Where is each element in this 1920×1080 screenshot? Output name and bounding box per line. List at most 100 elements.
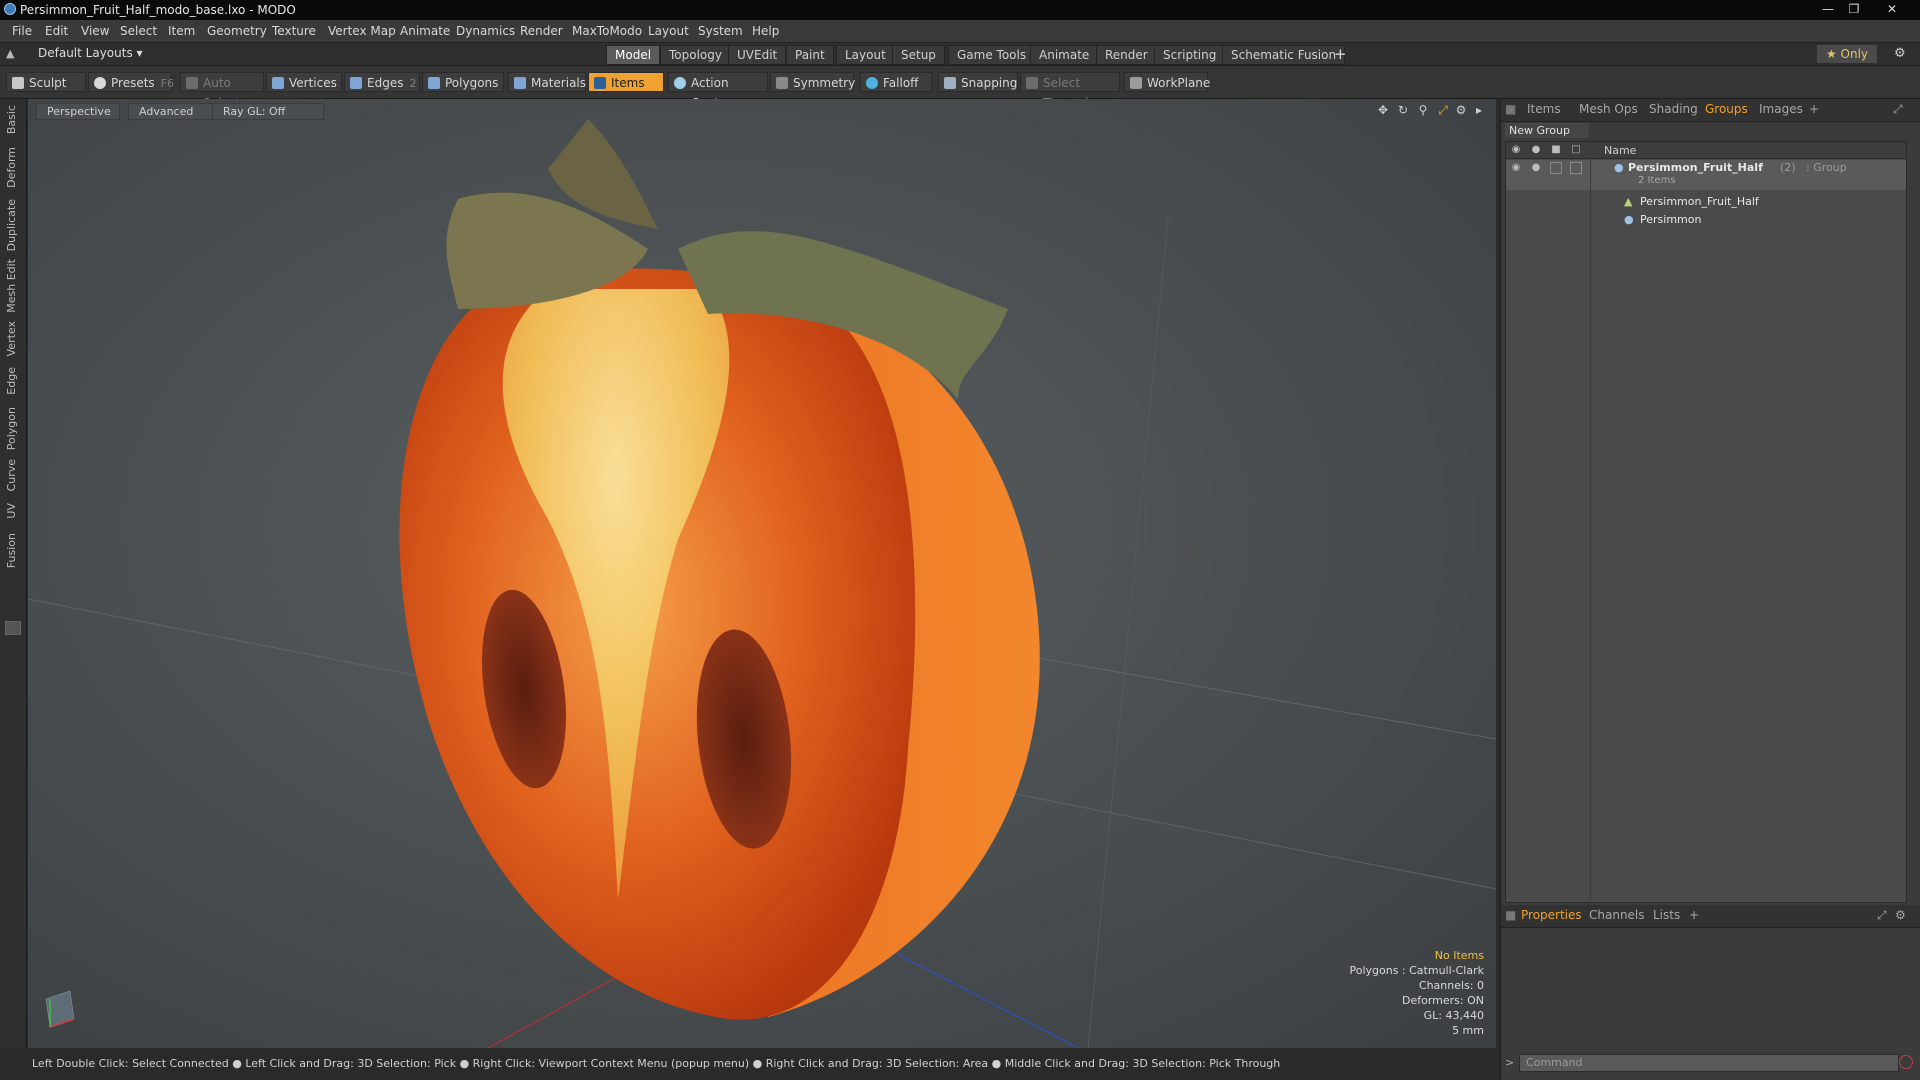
tab-paint[interactable]: Paint — [786, 45, 834, 65]
polygons-button[interactable]: Polygons — [422, 72, 504, 92]
lock-toggle[interactable] — [1550, 162, 1562, 174]
menu-file[interactable]: File — [12, 24, 32, 38]
tab-animate[interactable]: Animate — [1030, 45, 1099, 65]
3d-viewport[interactable]: Perspective Advanced Ray GL: Off ✥ ↻ ⚲ ⤢… — [28, 99, 1496, 1048]
menu-select[interactable]: Select — [120, 24, 157, 38]
snapping-button[interactable]: Snapping — [938, 72, 1018, 92]
tab-shading[interactable]: Shading — [1649, 102, 1698, 116]
shading-dropdown[interactable]: Advanced — [128, 103, 214, 120]
tab-layout[interactable]: Layout — [836, 45, 895, 65]
restore-icon[interactable]: ❐ — [1842, 1, 1866, 17]
tab-schematic-fusion[interactable]: Schematic Fusion — [1222, 45, 1346, 65]
tab-scripting[interactable]: Scripting — [1154, 45, 1226, 65]
group-row[interactable]: ◉ ● ● Persimmon_Fruit_Half (2) : Group 2… — [1506, 160, 1906, 190]
strip-tab-mesh-edit[interactable]: Mesh Edit — [5, 259, 18, 313]
tab-mesh-ops[interactable]: Mesh Ops — [1579, 102, 1638, 116]
visibility-icon[interactable]: ◉ — [1510, 162, 1522, 174]
workplane-button[interactable]: WorkPlane — [1124, 72, 1210, 92]
panel-menu-icon[interactable]: ■ — [1505, 102, 1516, 116]
list-item[interactable]: ▲ Persimmon_Fruit_Half — [1506, 194, 1906, 210]
zoom-icon[interactable]: ⚲ — [1416, 103, 1430, 117]
view-mode-dropdown[interactable]: Perspective — [36, 103, 120, 120]
auto-select-button[interactable]: Auto Select — [180, 72, 264, 110]
menu-vertex-map[interactable]: Vertex Map — [328, 24, 396, 38]
tab-game-tools[interactable]: Game Tools — [948, 45, 1036, 65]
add-panel-tab-button[interactable]: + — [1809, 102, 1819, 116]
select-icon[interactable]: □ — [1570, 144, 1582, 156]
menu-help[interactable]: Help — [752, 24, 779, 38]
tab-lists[interactable]: Lists — [1653, 908, 1680, 922]
command-input[interactable]: Command — [1519, 1054, 1899, 1072]
menu-maxtomodo[interactable]: MaxToModo — [572, 24, 642, 38]
menu-animate[interactable]: Animate — [400, 24, 450, 38]
menu-system[interactable]: System — [698, 24, 743, 38]
strip-tab-fusion[interactable]: Fusion — [5, 533, 18, 568]
add-panel-tab-button[interactable]: + — [1689, 908, 1699, 922]
render-icon[interactable]: ● — [1530, 162, 1542, 174]
rotate-icon[interactable]: ↻ — [1396, 103, 1410, 117]
panel-expand-icon[interactable]: ⤢ — [1877, 908, 1887, 923]
render-icon[interactable]: ● — [1530, 144, 1542, 156]
symmetry-button[interactable]: Symmetry — [770, 72, 855, 92]
menu-view[interactable]: View — [81, 24, 109, 38]
only-toggle-button[interactable]: ★ Only — [1817, 45, 1877, 63]
tab-groups[interactable]: Groups — [1705, 102, 1748, 116]
strip-tab-edge[interactable]: Edge — [5, 367, 18, 395]
edges-button[interactable]: Edges 2 — [344, 72, 420, 92]
menu-render[interactable]: Render — [520, 24, 563, 38]
maximize-icon[interactable]: ⤢ — [1436, 103, 1450, 117]
items-button[interactable]: Items — [588, 72, 664, 92]
strip-tab-uv[interactable]: UV — [5, 503, 18, 519]
strip-tab-vertex[interactable]: Vertex — [5, 321, 18, 356]
materials-button[interactable]: Materials — [508, 72, 586, 92]
gear-icon[interactable]: ⚙ — [1894, 46, 1906, 61]
axis-gizmo — [45, 990, 75, 1028]
strip-tab-duplicate[interactable]: Duplicate — [5, 199, 18, 251]
new-group-button[interactable]: New Group — [1505, 123, 1589, 138]
strip-expand-icon[interactable] — [5, 621, 21, 635]
select-through-icon — [1026, 77, 1038, 89]
strip-tab-deform[interactable]: Deform — [5, 147, 18, 188]
menu-edit[interactable]: Edit — [45, 24, 68, 38]
pan-icon[interactable]: ✥ — [1376, 103, 1390, 117]
vertices-button[interactable]: Vertices1 — [266, 72, 350, 92]
sculpt-button[interactable]: Sculpt — [6, 72, 86, 92]
minimize-icon[interactable]: — — [1816, 1, 1840, 17]
menu-geometry[interactable]: Geometry — [207, 24, 267, 38]
panel-gear-icon[interactable]: ⚙ — [1895, 908, 1906, 922]
panel-expand-icon[interactable]: ⤢ — [1893, 102, 1903, 117]
layout-collapse-icon[interactable]: ▲ — [6, 47, 14, 60]
tab-setup[interactable]: Setup — [892, 45, 945, 65]
close-icon[interactable]: ✕ — [1880, 1, 1904, 17]
tab-render[interactable]: Render — [1096, 45, 1157, 65]
action-center-button[interactable]: Action Center — [668, 72, 768, 110]
tab-model[interactable]: Model — [606, 45, 661, 65]
falloff-button[interactable]: Falloff — [860, 72, 932, 92]
tab-items[interactable]: Items — [1527, 102, 1561, 116]
strip-tab-polygon[interactable]: Polygon — [5, 407, 18, 450]
tab-topology[interactable]: Topology — [660, 45, 731, 65]
default-layouts-dropdown[interactable]: Default Layouts ▾ — [38, 46, 143, 60]
tab-images[interactable]: Images — [1759, 102, 1803, 116]
record-icon[interactable] — [1899, 1055, 1913, 1069]
select-toggle[interactable] — [1570, 162, 1582, 174]
viewport-gear-icon[interactable]: ⚙ — [1454, 103, 1468, 117]
chevron-right-icon[interactable]: ▸ — [1472, 103, 1486, 117]
lock-icon[interactable]: ■ — [1550, 144, 1562, 156]
raygl-toggle[interactable]: Ray GL: Off — [212, 103, 324, 120]
list-item[interactable]: ● Persimmon — [1506, 212, 1906, 228]
presets-button[interactable]: Presets F6 — [88, 72, 174, 92]
tab-properties[interactable]: Properties — [1521, 908, 1582, 922]
visibility-icon[interactable]: ◉ — [1510, 144, 1522, 156]
tab-uvedit[interactable]: UVEdit — [728, 45, 787, 65]
menu-layout[interactable]: Layout — [648, 24, 689, 38]
panel-menu-icon[interactable]: ■ — [1505, 908, 1516, 922]
menu-item[interactable]: Item — [168, 24, 195, 38]
tab-channels[interactable]: Channels — [1589, 908, 1645, 922]
menu-dynamics[interactable]: Dynamics — [456, 24, 515, 38]
add-tab-button[interactable]: + — [1334, 45, 1347, 63]
select-through-button[interactable]: Select Through — [1020, 72, 1120, 110]
menu-texture[interactable]: Texture — [272, 24, 316, 38]
strip-tab-basic[interactable]: Basic — [5, 105, 18, 134]
strip-tab-curve[interactable]: Curve — [5, 459, 18, 491]
